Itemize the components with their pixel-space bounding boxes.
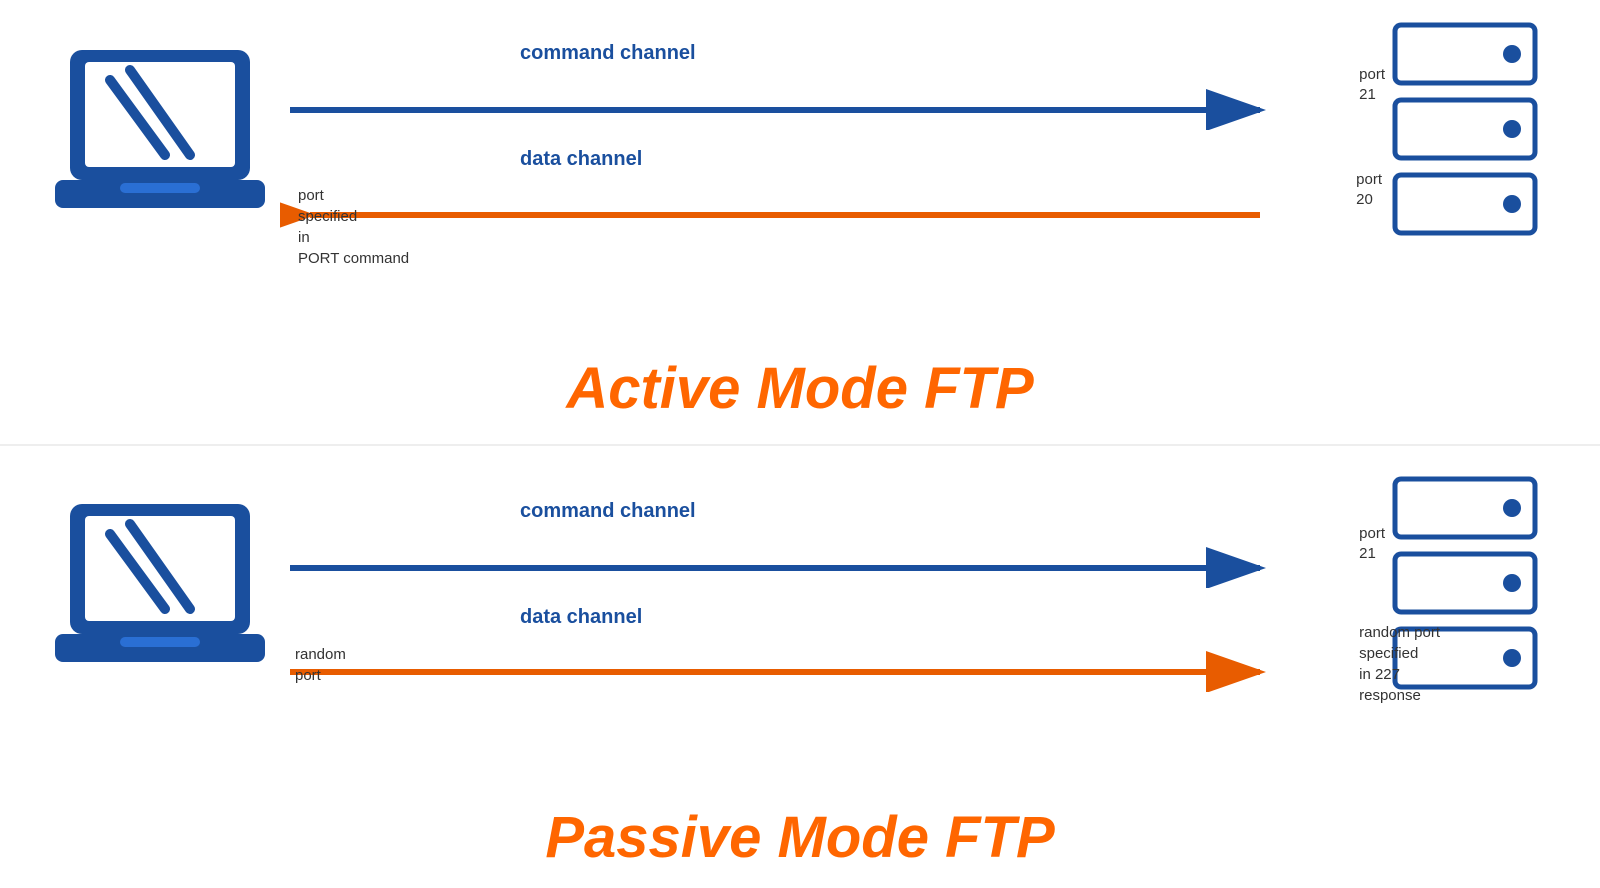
data-channel-label-passive: data channel: [520, 606, 642, 629]
divider: [0, 444, 1600, 446]
random-port-server-label-passive: random portspecifiedin 227response: [1359, 622, 1440, 706]
port20-label-active: port20: [1356, 170, 1382, 209]
command-channel-arrow-active: [280, 70, 1330, 130]
active-mode-section: command channel port21 data channel port…: [0, 0, 1600, 444]
active-mode-title: Active Mode FTP: [0, 355, 1600, 422]
command-channel-label-active: command channel: [520, 42, 696, 65]
port21-label-passive: port21: [1359, 524, 1385, 563]
data-channel-arrow-passive: [280, 632, 1330, 692]
data-channel-label-active: data channel: [520, 148, 642, 171]
command-channel-arrow-passive: [280, 528, 1330, 588]
laptop-icon-passive: [50, 494, 270, 694]
random-port-client-label-passive: randomport: [295, 644, 346, 686]
command-channel-label-passive: command channel: [520, 500, 696, 523]
port21-label-active: port21: [1359, 65, 1385, 104]
passive-mode-title: Passive Mode FTP: [0, 804, 1600, 871]
data-channel-arrow-active: [280, 175, 1330, 235]
server-stack-active: [1390, 20, 1540, 240]
passive-mode-section: command channel port21 data channel rand…: [0, 444, 1600, 888]
port-specified-label-active: portspecifiedinPORT command: [298, 185, 409, 269]
laptop-icon-active: [50, 40, 270, 240]
